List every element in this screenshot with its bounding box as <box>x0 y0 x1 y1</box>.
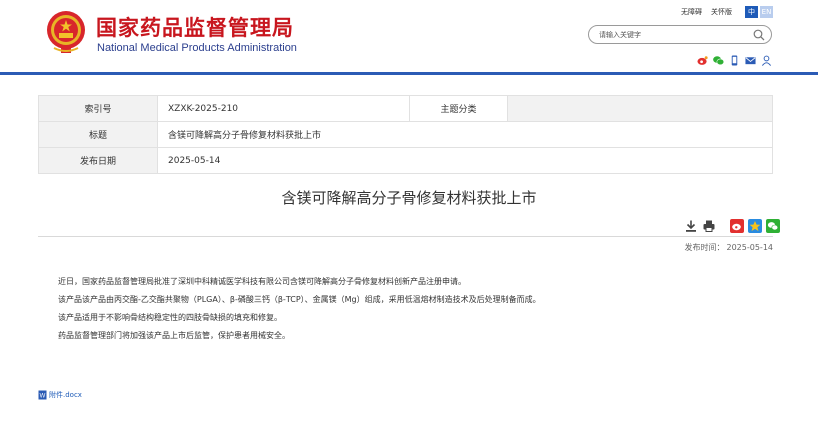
table-row: 发布日期 2025-05-14 <box>38 147 773 174</box>
document-meta-table: 索引号 XZXK-2025-210 主题分类 标题 含镁可降解高分子骨修复材料获… <box>38 95 773 174</box>
weibo-icon[interactable] <box>697 51 708 65</box>
care-mode-link[interactable]: 关怀版 <box>711 7 732 17</box>
download-icon[interactable] <box>684 218 698 232</box>
date-value: 2025-05-14 <box>157 147 773 174</box>
site-title[interactable]: 国家药品监督管理局 <box>96 12 294 42</box>
title-value: 含镁可降解高分子骨修复材料获批上市 <box>157 121 773 148</box>
table-row: 标题 含镁可降解高分子骨修复材料获批上市 <box>38 121 773 148</box>
word-doc-icon: W <box>38 390 47 400</box>
attachment-label[interactable]: 附件.docx <box>49 390 82 400</box>
subject-label: 主题分类 <box>409 95 508 122</box>
publish-time-value: 2025-05-14 <box>726 243 774 252</box>
social-links <box>697 51 772 66</box>
mail-icon[interactable] <box>745 51 756 65</box>
search-input[interactable] <box>599 29 749 41</box>
mobile-icon[interactable] <box>729 51 740 66</box>
accessibility-link[interactable]: 无障碍 <box>681 7 702 17</box>
table-row: 索引号 XZXK-2025-210 主题分类 <box>38 95 773 122</box>
site-header: 国家药品监督管理局 National Medical Products Admi… <box>0 0 818 72</box>
subject-value <box>507 95 773 122</box>
publish-time-label: 发布时间： <box>684 243 725 252</box>
publish-time: 发布时间： 2025-05-14 <box>683 242 774 253</box>
article-paragraph: 该产品适用于不影响骨结构稳定性的四肢骨缺损的填充和修复。 <box>58 313 282 322</box>
attachment-link[interactable]: W 附件.docx <box>38 390 82 400</box>
index-value: XZXK-2025-210 <box>157 95 410 122</box>
date-label: 发布日期 <box>38 147 158 174</box>
search-icon[interactable] <box>753 29 765 41</box>
language-switch: 中 EN <box>745 6 773 18</box>
title-label: 标题 <box>38 121 158 148</box>
article-paragraph: 药品监督管理部门将加强该产品上市后监管，保护患者用械安全。 <box>58 331 290 340</box>
svg-text:W: W <box>40 394 46 400</box>
title-divider <box>38 236 773 237</box>
share-wechat-icon[interactable] <box>766 218 780 233</box>
top-links: 无障碍 关怀版 <box>681 7 732 17</box>
article-tools <box>684 218 780 233</box>
header-divider <box>0 72 818 75</box>
print-icon[interactable] <box>702 218 716 232</box>
national-emblem-icon[interactable] <box>46 10 86 54</box>
article-title: 含镁可降解高分子骨修复材料获批上市 <box>281 189 537 207</box>
article-paragraph: 该产品该产品由丙交酯-乙交酯共聚物（PLGA）、β-磷酸三钙（β-TCP）、金属… <box>58 295 541 304</box>
lang-en-button[interactable]: EN <box>760 6 773 18</box>
share-qzone-icon[interactable] <box>748 218 762 233</box>
article-body: 近日，国家药品监督管理局批准了深圳中科精诚医学科技有限公司含镁可降解高分子骨修复… <box>58 277 758 349</box>
share-weibo-icon[interactable] <box>730 218 744 233</box>
lang-cn-button[interactable]: 中 <box>745 6 758 18</box>
index-label: 索引号 <box>38 95 158 122</box>
search-box <box>588 25 772 44</box>
wechat-icon[interactable] <box>713 51 725 66</box>
article-paragraph: 近日，国家药品监督管理局批准了深圳中科精诚医学科技有限公司含镁可降解高分子骨修复… <box>58 277 466 286</box>
site-title-en[interactable]: National Medical Products Administration <box>97 42 297 54</box>
user-icon[interactable] <box>761 51 772 66</box>
